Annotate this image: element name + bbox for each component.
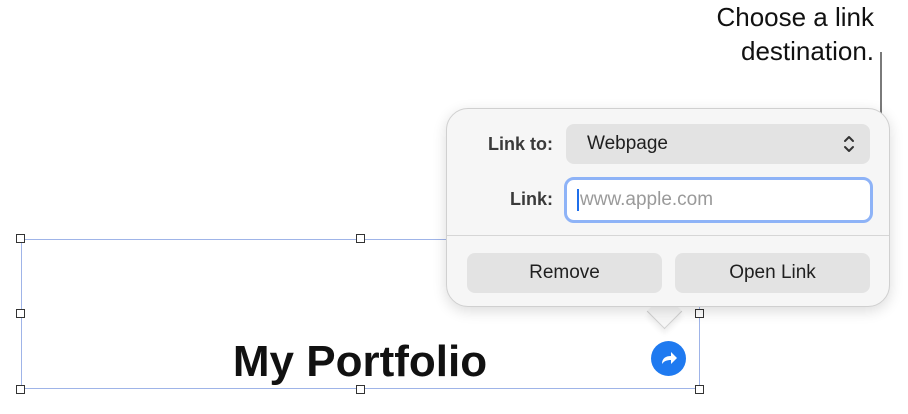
resize-handle-middle-right[interactable] bbox=[695, 309, 704, 318]
open-link-button[interactable]: Open Link bbox=[675, 253, 870, 293]
callout-line-1: Choose a link bbox=[716, 2, 874, 32]
resize-handle-bottom-right[interactable] bbox=[695, 385, 704, 394]
link-badge-button[interactable] bbox=[651, 341, 686, 376]
resize-handle-top-middle[interactable] bbox=[356, 234, 365, 243]
link-label: Link: bbox=[510, 189, 553, 209]
callout-line-2: destination. bbox=[741, 36, 874, 66]
link-field-wrapper bbox=[564, 177, 873, 223]
up-down-chevron-icon bbox=[844, 136, 854, 152]
canvas: Choose a link destination. My Portfolio … bbox=[0, 0, 908, 414]
link-url-input[interactable] bbox=[567, 180, 870, 220]
portfolio-title-text[interactable]: My Portfolio bbox=[160, 336, 560, 388]
link-popover: Link to: Webpage Link: Remove Open Link bbox=[446, 108, 890, 307]
link-to-select[interactable]: Webpage bbox=[566, 124, 870, 164]
curved-arrow-link-icon bbox=[661, 351, 677, 364]
text-caret bbox=[577, 189, 579, 211]
resize-handle-bottom-left[interactable] bbox=[16, 385, 25, 394]
resize-handle-top-left[interactable] bbox=[16, 234, 25, 243]
link-to-selected-value: Webpage bbox=[587, 133, 668, 154]
popover-divider bbox=[447, 235, 889, 236]
remove-link-button[interactable]: Remove bbox=[467, 253, 662, 293]
callout-text: Choose a link destination. bbox=[574, 0, 874, 68]
resize-handle-middle-left[interactable] bbox=[16, 309, 25, 318]
link-to-label: Link to: bbox=[488, 134, 553, 154]
